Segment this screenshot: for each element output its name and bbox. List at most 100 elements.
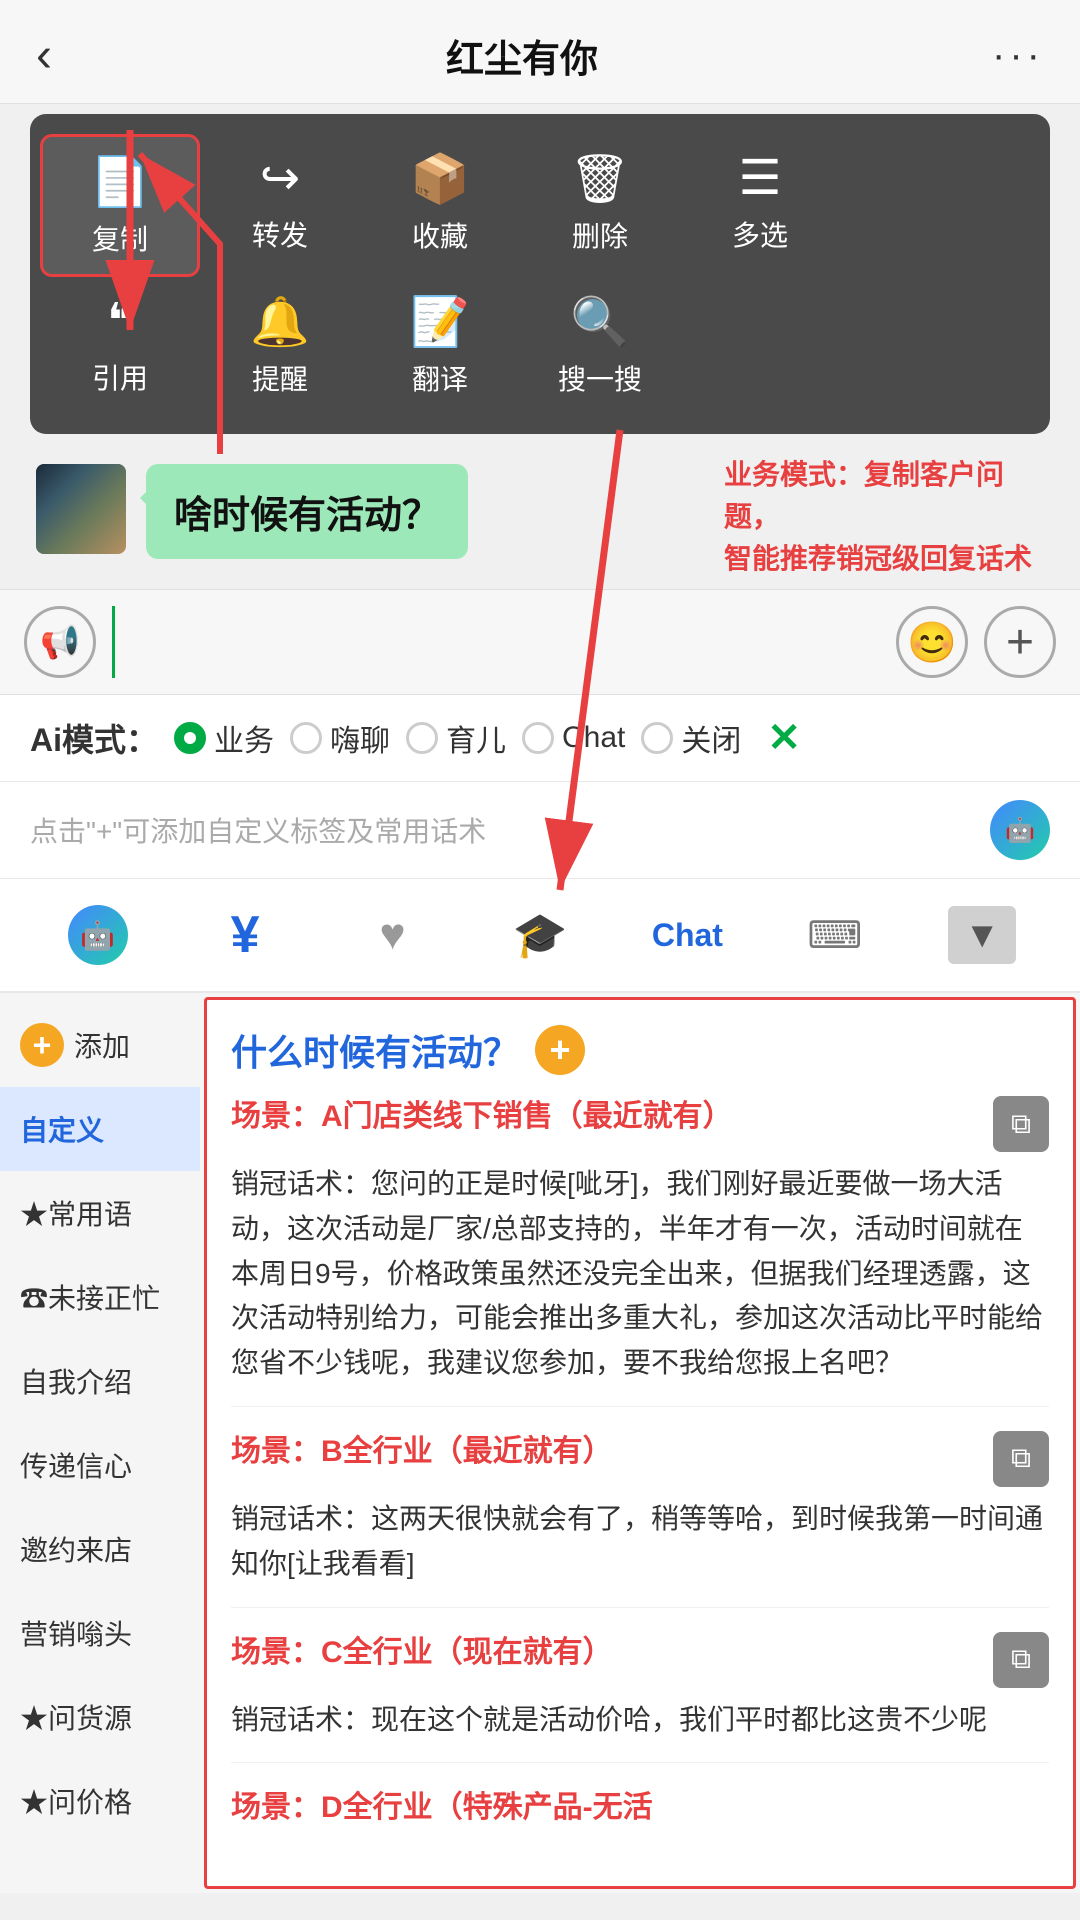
dropdown-arrow-icon: ▼	[948, 906, 1016, 964]
chat-annotation: 业务模式：复制客户问题，智能推荐销冠级回复话术	[724, 454, 1044, 580]
tools-bar: 🤖 ¥ ♥ 🎓 Chat ⌨ ▼	[0, 879, 1080, 993]
scene-block-c: 场景：C全行业（现在就有） ⧉ 销冠话术：现在这个就是活动价哈，我们平时都比这贵…	[231, 1632, 1049, 1764]
mode-business[interactable]: 业务	[174, 716, 274, 760]
scene-block-b: 场景：B全行业（最近就有） ⧉ 销冠话术：这两天很快就会有了，稍等等哈，到时候我…	[231, 1431, 1049, 1608]
tool-chat-bot[interactable]: 🤖	[24, 895, 171, 975]
menu-item-forward[interactable]: ↪ 转发	[200, 134, 360, 277]
yuan-icon: ¥	[231, 905, 260, 965]
right-panel: 什么时候有活动？ + 场景：A门店类线下销售（最近就有） ⧉ 销冠话术：您问的正…	[204, 997, 1076, 1889]
mode-parenting[interactable]: 育儿	[406, 716, 506, 760]
question-title: 什么时候有活动？	[231, 1024, 519, 1076]
tool-dropdown[interactable]: ▼	[909, 895, 1056, 975]
sidebar-item-source[interactable]: ★问货源	[0, 1675, 200, 1759]
ai-mode-label: Ai模式：	[30, 715, 158, 761]
sidebar-price-label: ★问价格	[20, 1781, 132, 1821]
add-button[interactable]: +	[984, 606, 1056, 678]
menu-item-remind[interactable]: 🔔 提醒	[200, 277, 360, 414]
sidebar-add-button[interactable]: + 添加	[0, 1003, 200, 1087]
radio-chat[interactable]	[522, 722, 554, 754]
ai-logo-icon: 🤖	[1005, 816, 1035, 845]
radio-off[interactable]	[641, 722, 673, 754]
tool-chat-text[interactable]: Chat	[614, 895, 761, 975]
sidebar-add-label: 添加	[74, 1025, 130, 1065]
context-menu-row-2: ❝ 引用 🔔 提醒 📝 翻译 🔍 搜一搜	[40, 277, 1040, 414]
scene-label-a: 场景：A门店类线下销售（最近就有）	[231, 1096, 983, 1138]
copy-button-a[interactable]: ⧉	[993, 1096, 1049, 1152]
question-add-button[interactable]: +	[535, 1025, 585, 1075]
context-menu-row-1: 📄 复制 ↪ 转发 📦 收藏 🗑 删除 ☰ 多选	[40, 134, 1040, 277]
back-button[interactable]: ‹	[36, 28, 52, 83]
scene-block-d: 场景：D全行业（特殊产品-无活	[231, 1787, 1049, 1829]
main-content: + 添加 自定义 ★常用语 ☎未接正忙 自我介绍 传递信心 邀约来店 营销嗡头 …	[0, 993, 1080, 1893]
translate-menu-icon: 📝	[410, 293, 470, 350]
radio-parenting[interactable]	[406, 722, 438, 754]
remind-menu-label: 提醒	[252, 358, 308, 398]
sidebar-item-custom[interactable]: 自定义	[0, 1087, 200, 1171]
keyboard-icon: ⌨	[807, 913, 862, 958]
question-header: 什么时候有活动？ +	[231, 1024, 1049, 1076]
menu-item-favorite[interactable]: 📦 收藏	[360, 134, 520, 277]
favorite-menu-icon: 📦	[410, 150, 470, 207]
radio-business[interactable]	[174, 722, 206, 754]
chat-area: 啥时候有活动？ 业务模式：复制客户问题，智能推荐销冠级回复话术	[0, 434, 1080, 589]
tool-keyboard[interactable]: ⌨	[761, 895, 908, 975]
scene-header-a: 场景：A门店类线下销售（最近就有） ⧉	[231, 1096, 1049, 1152]
mode-business-label: 业务	[214, 716, 274, 760]
copy-button-b[interactable]: ⧉	[993, 1431, 1049, 1487]
ai-close-button[interactable]: ✕	[767, 715, 801, 761]
sidebar-item-price[interactable]: ★问价格	[0, 1759, 200, 1843]
scene-label-c: 场景：C全行业（现在就有）	[231, 1632, 983, 1674]
menu-item-translate[interactable]: 📝 翻译	[360, 277, 520, 414]
sidebar-intro-label: 自我介绍	[20, 1361, 132, 1401]
sidebar-item-confidence[interactable]: 传递信心	[0, 1423, 200, 1507]
sidebar-item-marketing[interactable]: 营销嗡头	[0, 1591, 200, 1675]
sidebar-item-intro[interactable]: 自我介绍	[0, 1339, 200, 1423]
copy-button-c[interactable]: ⧉	[993, 1632, 1049, 1688]
mode-chat[interactable]: Chat	[522, 721, 625, 755]
menu-item-quote[interactable]: ❝ 引用	[40, 277, 200, 414]
sidebar-item-invite[interactable]: 邀约来店	[0, 1507, 200, 1591]
copy-icon-c: ⧉	[1011, 1643, 1031, 1676]
sidebar-item-common[interactable]: ★常用语	[0, 1171, 200, 1255]
scene-header-c: 场景：C全行业（现在就有） ⧉	[231, 1632, 1049, 1688]
delete-menu-label: 删除	[572, 215, 628, 255]
script-text-c: 销冠话术：现在这个就是活动价哈，我们平时都比这贵不少呢	[231, 1698, 1049, 1743]
sidebar-item-missed[interactable]: ☎未接正忙	[0, 1255, 200, 1339]
sidebar: + 添加 自定义 ★常用语 ☎未接正忙 自我介绍 传递信心 邀约来店 营销嗡头 …	[0, 993, 200, 1893]
more-button[interactable]: ···	[992, 33, 1044, 78]
graduation-hat-icon: 🎓	[513, 909, 568, 961]
scene-header-d: 场景：D全行业（特殊产品-无活	[231, 1787, 1049, 1829]
add-icon: +	[1006, 615, 1034, 670]
scene-label-b: 场景：B全行业（最近就有）	[231, 1431, 983, 1473]
emoji-button[interactable]: 😊	[896, 606, 968, 678]
sidebar-source-label: ★问货源	[20, 1697, 132, 1737]
tool-yuan[interactable]: ¥	[171, 895, 318, 975]
ai-mode-bar: Ai模式： 业务 嗨聊 育儿 Chat 关闭 ✕	[0, 695, 1080, 782]
menu-item-multiselect[interactable]: ☰ 多选	[680, 134, 840, 277]
mode-chat-label: Chat	[562, 721, 625, 755]
chat-ai-icon[interactable]: 🤖	[990, 800, 1050, 860]
hint-text: 点击"+"可添加自定义标签及常用话术	[30, 810, 486, 850]
chat-bubble: 啥时候有活动？	[146, 464, 468, 559]
tool-hat[interactable]: 🎓	[466, 895, 613, 975]
input-bar: 📢 😊 +	[0, 589, 1080, 695]
hint-bar: 点击"+"可添加自定义标签及常用话术 🤖	[0, 782, 1080, 879]
radio-haichat[interactable]	[290, 722, 322, 754]
mode-off[interactable]: 关闭	[641, 716, 741, 760]
menu-item-delete[interactable]: 🗑 删除	[520, 134, 680, 277]
sidebar-invite-label: 邀约来店	[20, 1529, 132, 1569]
quote-menu-label: 引用	[92, 357, 148, 397]
search-menu-icon: 🔍	[570, 293, 630, 350]
forward-menu-label: 转发	[252, 214, 308, 254]
message-input[interactable]	[112, 606, 880, 678]
copy-icon-b: ⧉	[1011, 1442, 1031, 1475]
scene-block-a: 场景：A门店类线下销售（最近就有） ⧉ 销冠话术：您问的正是时候[呲牙]，我们刚…	[231, 1096, 1049, 1407]
mode-haichat-label: 嗨聊	[330, 716, 390, 760]
tool-heart[interactable]: ♥	[319, 895, 466, 975]
menu-item-search[interactable]: 🔍 搜一搜	[520, 277, 680, 414]
mode-haichat[interactable]: 嗨聊	[290, 716, 390, 760]
favorite-menu-label: 收藏	[412, 215, 468, 255]
voice-button[interactable]: 📢	[24, 606, 96, 678]
menu-item-copy[interactable]: 📄 复制	[40, 134, 200, 277]
page-title: 红尘有你	[446, 28, 598, 83]
